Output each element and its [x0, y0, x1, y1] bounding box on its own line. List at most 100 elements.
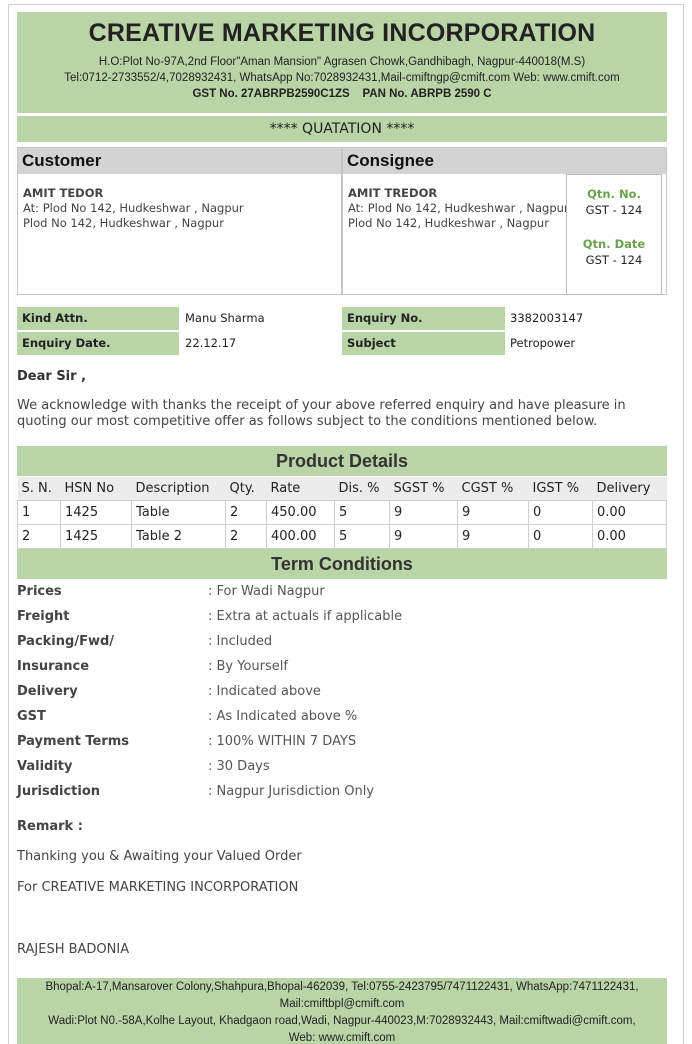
signatory-name: RAJESH BADONIA — [17, 942, 130, 957]
customer-address-line-1: At: Plod No 142, Hudkeshwar , Nagpur — [23, 201, 244, 215]
quotation-banner: **** QUATATION **** — [17, 116, 667, 142]
col-description: Description — [131, 477, 226, 500]
term-value: : For Wadi Nagpur — [208, 584, 325, 599]
cell-cgst: 9 — [457, 499, 529, 525]
col-qty: Qty. — [225, 477, 267, 500]
term-value: : Included — [208, 634, 273, 649]
term-value: : 30 Days — [208, 759, 270, 774]
col-sn: S. N. — [17, 477, 61, 500]
acknowledgement-text: We acknowledge with thanks the receipt o… — [17, 398, 626, 429]
subject-value: Petropower — [510, 336, 576, 350]
term-row-packing: Packing/Fwd/ : Included — [17, 632, 667, 652]
branch-footer: Bhopal:A-17,Mansarover Colony,Shahpura,B… — [17, 978, 667, 1044]
cell-sgst: 9 — [389, 499, 458, 525]
kind-attn-label: Kind Attn. — [17, 307, 179, 330]
subject-label: Subject — [342, 332, 505, 355]
product-details-title: Product Details — [17, 446, 667, 476]
consignee-heading: Consignee — [343, 148, 666, 174]
term-row-jurisdiction: Jurisdiction : Nagpur Jurisdiction Only — [17, 782, 667, 802]
table-row: 2 1425 Table 2 2 400.00 5 9 9 0 0.00 — [17, 523, 667, 549]
enquiry-date-value: 22.12.17 — [185, 336, 237, 350]
product-table-header: S. N. HSN No Description Qty. Rate Dis. … — [17, 477, 667, 500]
customer-heading: Customer — [18, 148, 341, 174]
company-contact: Tel:0712-2733552/4,7028932431, WhatsApp … — [64, 72, 620, 84]
cell-qty: 2 — [225, 499, 267, 525]
quotation-number-box: Qtn. No. GST - 124 Qtn. Date GST - 124 — [566, 174, 662, 295]
term-label: Payment Terms — [17, 734, 130, 749]
term-row-freight: Freight : Extra at actuals if applicable — [17, 607, 667, 627]
product-table: S. N. HSN No Description Qty. Rate Dis. … — [17, 477, 667, 549]
company-header: CREATIVE MARKETING INCORPORATION H.O:Plo… — [17, 12, 667, 113]
term-label: GST — [17, 709, 46, 724]
company-name: CREATIVE MARKETING INCORPORATION — [88, 19, 596, 47]
footer-bhopal-mail: Mail:cmiftbpl@cmift.com — [279, 998, 405, 1010]
term-row-validity: Validity : 30 Days — [17, 757, 667, 777]
term-value: : Nagpur Jurisdiction Only — [208, 784, 375, 799]
term-value: : 100% WITHIN 7 DAYS — [208, 734, 357, 749]
company-address: H.O:Plot No-97A,2nd Floor"Aman Mansion" … — [98, 56, 586, 68]
cell-igst: 0 — [528, 523, 593, 549]
term-value: : As Indicated above % — [208, 709, 358, 724]
term-row-prices: Prices : For Wadi Nagpur — [17, 582, 667, 602]
term-row-delivery: Delivery : Indicated above — [17, 682, 667, 702]
cell-rate: 400.00 — [266, 523, 335, 549]
term-conditions-title: Term Conditions — [17, 549, 667, 579]
kind-attn-value: Manu Sharma — [185, 311, 265, 325]
term-value: : By Yourself — [208, 659, 288, 674]
col-hsn: HSN No — [60, 477, 132, 500]
qtn-no-label: Qtn. No. — [587, 187, 641, 201]
term-row-payment: Payment Terms : 100% WITHIN 7 DAYS — [17, 732, 667, 752]
footer-bhopal-line: Bhopal:A-17,Mansarover Colony,Shahpura,B… — [45, 981, 639, 993]
qtn-date-label: Qtn. Date — [582, 237, 646, 251]
cell-discount: 5 — [334, 523, 390, 549]
customer-box: Customer AMIT TEDOR At: Plod No 142, Hud… — [17, 147, 342, 295]
cell-rate: 450.00 — [266, 499, 335, 525]
term-label: Jurisdiction — [17, 784, 101, 799]
enquiry-date-label: Enquiry Date. — [17, 332, 179, 355]
cell-hsn: 1425 — [60, 523, 132, 549]
term-value: : Indicated above — [208, 684, 321, 699]
for-company-text: For CREATIVE MARKETING INCORPORATION — [17, 880, 299, 895]
term-label: Validity — [17, 759, 73, 774]
qtn-no-value: GST - 124 — [585, 203, 643, 217]
cell-sn: 2 — [17, 523, 61, 549]
col-cgst: CGST % — [457, 477, 529, 500]
cell-discount: 5 — [334, 499, 390, 525]
footer-wadi-line: Wadi:Plot N0.-58A,Kolhe Layout, Khadgaon… — [48, 1015, 636, 1027]
table-row: 1 1425 Table 2 450.00 5 9 9 0 0.00 — [17, 499, 667, 525]
term-row-gst: GST : As Indicated above % — [17, 707, 667, 727]
term-label: Prices — [17, 584, 62, 599]
qtn-date-value: GST - 124 — [585, 253, 643, 267]
cell-cgst: 9 — [457, 523, 529, 549]
term-label: Delivery — [17, 684, 78, 699]
enquiry-no-label: Enquiry No. — [342, 307, 505, 330]
term-row-insurance: Insurance : By Yourself — [17, 657, 667, 677]
thanks-text: Thanking you & Awaiting your Valued Orde… — [17, 849, 302, 864]
term-value: : Extra at actuals if applicable — [208, 609, 403, 624]
cell-hsn: 1425 — [60, 499, 132, 525]
enquiry-no-value: 3382003147 — [510, 311, 584, 325]
col-rate: Rate — [266, 477, 335, 500]
col-delivery: Delivery — [592, 477, 667, 500]
col-igst: IGST % — [528, 477, 593, 500]
cell-sn: 1 — [17, 499, 61, 525]
term-label: Insurance — [17, 659, 90, 674]
term-label: Packing/Fwd/ — [17, 634, 115, 649]
cell-igst: 0 — [528, 499, 593, 525]
customer-address-line-2: Plod No 142, Hudkeshwar , Nagpur — [23, 216, 224, 230]
cell-description: Table — [131, 499, 226, 525]
cell-delivery: 0.00 — [592, 499, 667, 525]
footer-web: Web: www.cmift.com — [288, 1032, 396, 1044]
term-label: Freight — [17, 609, 70, 624]
cell-delivery: 0.00 — [592, 523, 667, 549]
col-discount: Dis. % — [334, 477, 390, 500]
cell-description: Table 2 — [131, 523, 226, 549]
company-tax-ids: GST No. 27ABRPB2590C1ZS PAN No. ABRPB 25… — [192, 88, 492, 100]
cell-qty: 2 — [225, 523, 267, 549]
cell-sgst: 9 — [389, 523, 458, 549]
remark-label: Remark : — [17, 819, 83, 834]
customer-name: AMIT TEDOR — [23, 186, 104, 200]
quotation-page: CREATIVE MARKETING INCORPORATION H.O:Plo… — [0, 0, 692, 1044]
col-sgst: SGST % — [389, 477, 458, 500]
salutation: Dear Sir , — [17, 369, 87, 384]
